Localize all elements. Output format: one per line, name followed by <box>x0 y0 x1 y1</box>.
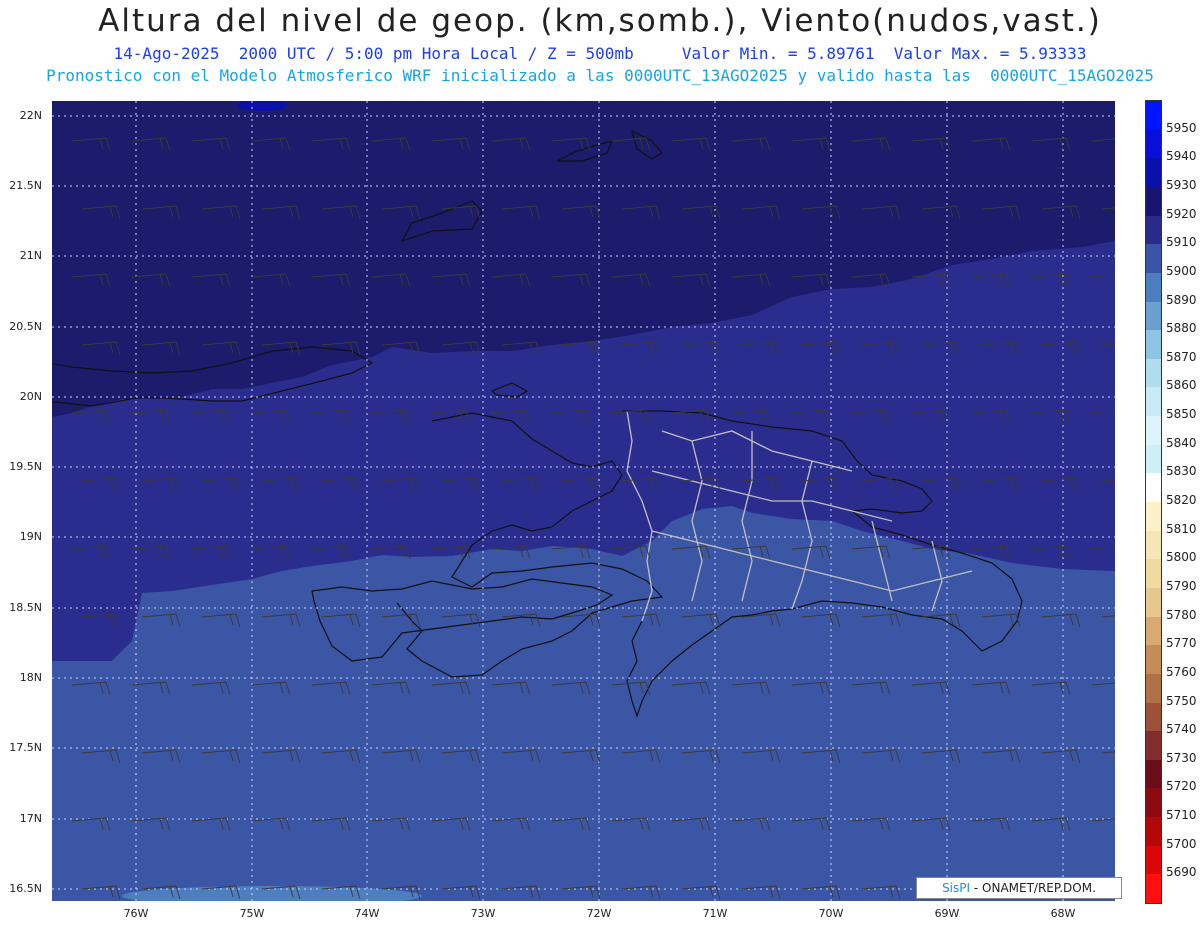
geopotential-map <box>52 101 1115 901</box>
lon-label-72w: 72W <box>586 907 612 920</box>
map-title: Altura del nivel de geop. (km,somb.), Vi… <box>98 3 1102 39</box>
color-scale-cell <box>1146 788 1161 818</box>
color-scale-label: 5690 <box>1166 865 1197 880</box>
color-scale-label: 5950 <box>1166 120 1197 135</box>
color-scale-label: 5900 <box>1166 263 1197 278</box>
color-scale-label: 5840 <box>1166 435 1197 450</box>
color-scale-cell <box>1146 817 1161 847</box>
color-scale-cell <box>1146 101 1161 131</box>
credit-box: SisPI - ONAMET/REP.DOM. <box>916 877 1122 899</box>
color-scale-label: 5790 <box>1166 578 1197 593</box>
forecast-time-subtitle: 14-Ago-2025 2000 UTC / 5:00 pm Hora Loca… <box>113 44 1087 63</box>
color-scale-cell <box>1146 616 1161 646</box>
color-scale-cell <box>1146 702 1161 732</box>
color-scale-cell <box>1146 559 1161 589</box>
lat-label-18-5n: 18.5N <box>9 601 42 614</box>
color-scale-cell <box>1146 645 1161 675</box>
lon-label-73w: 73W <box>470 907 496 920</box>
color-scale-label: 5930 <box>1166 177 1197 192</box>
color-scale-label: 5830 <box>1166 464 1197 479</box>
color-scale-label: 5800 <box>1166 550 1197 565</box>
color-scale-cell <box>1146 874 1161 904</box>
lat-label-22n: 22N <box>19 109 42 122</box>
color-scale-label: 5850 <box>1166 407 1197 422</box>
lon-label-76w: 76W <box>123 907 149 920</box>
lat-label-17-5n: 17.5N <box>9 741 42 754</box>
lat-label-19-5n: 19.5N <box>9 460 42 473</box>
color-scale-cell <box>1146 186 1161 217</box>
lon-label-68w: 68W <box>1050 907 1076 920</box>
color-scale-label: 5730 <box>1166 750 1197 765</box>
color-scale-label: 5920 <box>1166 206 1197 221</box>
color-scale-cell <box>1146 215 1161 245</box>
color-scale-cell <box>1146 158 1161 188</box>
color-scale-label: 5880 <box>1166 321 1197 336</box>
lat-label-19n: 19N <box>19 530 42 543</box>
color-scale-cell <box>1146 301 1161 331</box>
color-scale-label: 5700 <box>1166 836 1197 851</box>
color-scale-cell <box>1146 845 1161 875</box>
color-scale-cell <box>1146 416 1161 446</box>
sispi-logo-text: SisPI <box>942 881 971 895</box>
color-scale-label: 5890 <box>1166 292 1197 307</box>
lat-label-21-5n: 21.5N <box>9 179 42 192</box>
lon-label-69w: 69W <box>934 907 960 920</box>
color-scale-cell <box>1146 587 1161 618</box>
color-scale-label: 5780 <box>1166 607 1197 622</box>
color-scale-cell <box>1146 673 1161 703</box>
lon-label-75w: 75W <box>239 907 265 920</box>
color-scale-cell <box>1146 530 1161 560</box>
color-scale-label: 5860 <box>1166 378 1197 393</box>
lat-label-20n: 20N <box>19 390 42 403</box>
color-scale-cell <box>1146 387 1161 417</box>
color-scale-cell <box>1146 444 1161 474</box>
color-scale-cell <box>1146 731 1161 761</box>
color-scale-label: 5770 <box>1166 636 1197 651</box>
color-scale-label: 5870 <box>1166 349 1197 364</box>
map-canvas <box>52 101 1115 901</box>
color-scale-label: 5720 <box>1166 779 1197 794</box>
lat-label-18n: 18N <box>19 671 42 684</box>
color-scale-label: 5810 <box>1166 521 1197 536</box>
color-scale-cell <box>1146 330 1161 360</box>
color-scale-label: 5910 <box>1166 235 1197 250</box>
color-scale-cell <box>1146 759 1161 789</box>
color-scale-cell <box>1146 473 1161 503</box>
color-scale-cell <box>1146 272 1161 302</box>
color-scale-label: 5940 <box>1166 149 1197 164</box>
lat-label-17n: 17N <box>19 812 42 825</box>
lon-label-71w: 71W <box>702 907 728 920</box>
lat-label-21n: 21N <box>19 249 42 262</box>
color-scale-label: 5750 <box>1166 693 1197 708</box>
color-scale-label: 5820 <box>1166 493 1197 507</box>
color-scale-label: 5740 <box>1166 722 1197 737</box>
color-scale-label: 5760 <box>1166 664 1197 679</box>
lat-label-20-5n: 20.5N <box>9 320 42 333</box>
lon-label-70w: 70W <box>818 907 844 920</box>
lon-label-74w: 74W <box>354 907 380 920</box>
color-scale-cell <box>1146 502 1161 532</box>
color-scale-label: 5710 <box>1166 808 1197 823</box>
color-scale-cell <box>1146 129 1161 159</box>
color-scale-cell <box>1146 358 1161 388</box>
lat-label-16-5n: 16.5N <box>9 882 42 895</box>
color-scale-bar <box>1145 100 1162 904</box>
credit-org: - ONAMET/REP.DOM. <box>973 881 1096 895</box>
model-info-subtitle: Pronostico con el Modelo Atmosferico WRF… <box>46 66 1154 85</box>
color-scale-cell <box>1146 244 1161 274</box>
